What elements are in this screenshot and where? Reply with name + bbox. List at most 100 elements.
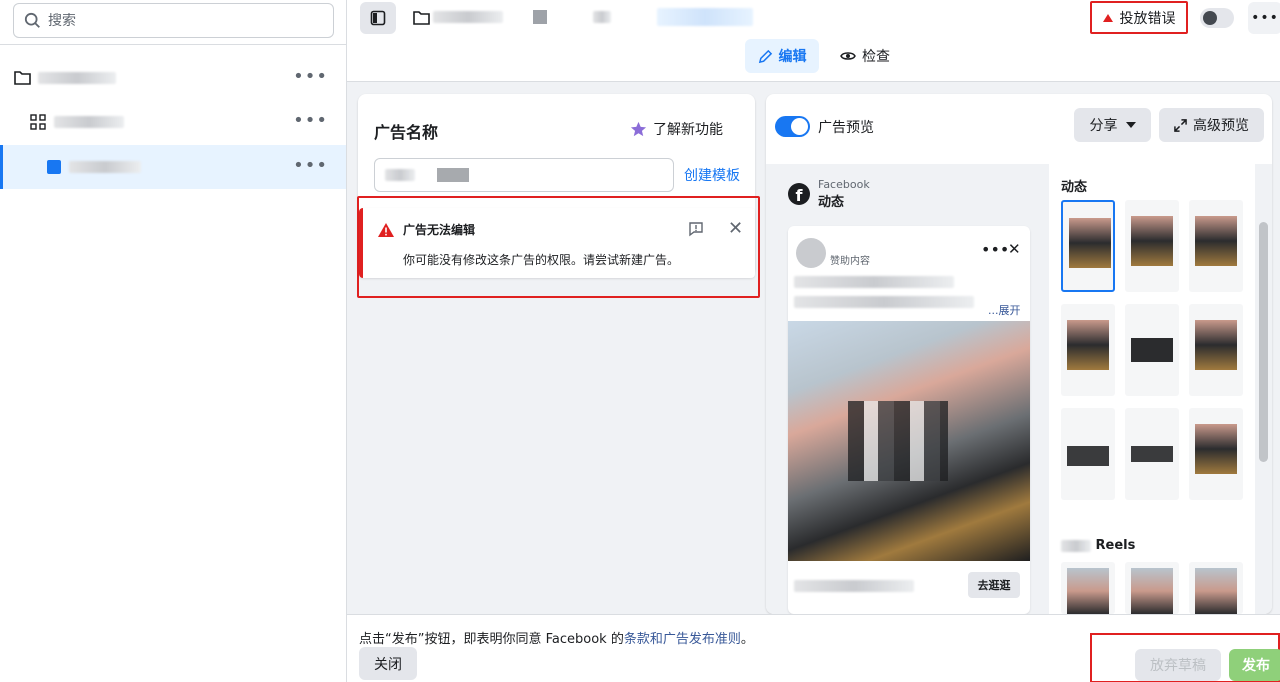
more-options-icon[interactable]: ••• [293,112,328,130]
platform-name: Facebook [818,178,870,191]
thumbnail-image [1195,568,1237,614]
tree-item-ad[interactable]: ••• [0,145,346,189]
thumbnail[interactable] [1125,408,1179,500]
tab-edit[interactable]: 编辑 [745,39,819,73]
adset-name-redacted [54,116,124,128]
more-options-icon[interactable]: ••• [293,68,328,86]
ad-preview-toggle[interactable] [775,116,810,137]
folder-icon [14,71,31,85]
more-menu-button[interactable]: ••• [1248,2,1280,34]
thumbnail-image [1067,568,1109,614]
learn-features-label: 了解新功能 [653,122,723,138]
breadcrumb-redacted [433,11,503,23]
caret-down-icon [1125,122,1136,128]
thumbnail[interactable] [1125,200,1179,292]
thumbnail-image [1195,424,1237,474]
reels-title-suffix: Reels [1095,538,1136,553]
media-pixelated [848,401,948,481]
ad-post-card: 赞助内容 ••• ✕ ...展开 去逛逛 [788,226,1030,614]
delivery-error-label: 投放错误 [1119,10,1176,27]
headline-redacted [794,580,914,592]
ad-name-label: 广告名称 [374,123,439,142]
feedback-icon[interactable] [688,221,704,237]
thumbnail-image [1067,446,1109,466]
breadcrumb-link-redacted[interactable] [657,8,753,26]
ad-name-input[interactable] [374,158,674,192]
ad-icon [47,160,61,174]
top-bar: 投放错误 ••• 编辑 检查 [347,0,1280,82]
advanced-preview-button[interactable]: 高级预览 [1159,108,1264,142]
toggle-knob [791,118,808,135]
post-text-redacted [794,276,954,288]
search-input[interactable] [48,12,328,29]
breadcrumb-redacted [593,11,611,23]
error-message: 你可能没有修改这条广告的权限。请尝试新建广告。 [403,253,680,267]
legal-suffix: 。 [740,632,754,647]
ad-name-value-redacted [385,169,415,181]
post-text-redacted [794,296,974,308]
learn-features-link[interactable]: 了解新功能 [630,119,723,139]
preview-area: f Facebook 动态 赞助内容 ••• ✕ ...展开 去逛逛 动态 Re… [766,164,1272,614]
advanced-preview-label: 高级预览 [1193,118,1249,134]
ad-media-image [788,321,1030,561]
placement-thumbnails: 动态 Reels [1049,164,1255,614]
terms-link[interactable]: 条款和广告发布准则 [624,632,741,647]
ad-name-redacted [69,161,141,173]
facebook-logo-icon: f [788,183,810,205]
expand-icon [1174,118,1187,132]
close-icon[interactable]: ✕ [1008,240,1021,258]
thumbnail[interactable] [1189,304,1243,396]
thumbnail[interactable] [1061,408,1115,500]
thumbnail[interactable] [1189,562,1243,614]
error-title: 广告无法编辑 [403,223,476,237]
page-avatar [796,238,826,268]
thumbnail[interactable] [1189,200,1243,292]
scrollbar-thumb[interactable] [1259,222,1268,462]
post-more-icon[interactable]: ••• [981,240,1009,259]
footer-bar: 点击“发布”按钮，即表明你同意 Facebook 的条款和广告发布准则。 关闭 … [347,614,1280,682]
cta-button[interactable]: 去逛逛 [968,572,1020,598]
error-banner: 广告无法编辑 你可能没有修改这条广告的权限。请尝试新建广告。 ✕ [359,208,755,278]
discard-draft-button[interactable]: 放弃草稿 [1135,649,1221,681]
close-icon[interactable]: ✕ [728,220,743,238]
sidebar-panel-icon [370,10,386,26]
close-button[interactable]: 关闭 [359,647,417,680]
thumbnail[interactable] [1189,408,1243,500]
folder-icon [413,11,430,25]
thumbnail-image [1131,568,1173,614]
search-box[interactable] [13,3,334,38]
thumbnail[interactable] [1125,304,1179,396]
toggle-knob [1203,11,1217,25]
search-icon [24,12,40,28]
editor-panel: 广告名称 了解新功能 创建模板 广告无法编辑 你可能没有修改这条广告的权限。请尝… [347,82,765,614]
thumbnail[interactable] [1061,562,1115,614]
more-options-icon: ••• [1251,10,1279,26]
thumbnail[interactable] [1061,304,1115,396]
share-button[interactable]: 分享 [1074,108,1151,142]
tree-item-campaign[interactable]: ••• [0,56,346,100]
thumbnail[interactable] [1125,562,1179,614]
thumbnail-image [1195,216,1237,266]
status-toggle[interactable] [1200,8,1234,28]
tree-item-adset[interactable]: ••• [0,100,346,144]
pencil-icon [758,49,772,63]
create-template-link[interactable]: 创建模板 [684,165,740,185]
preview-scrollbar[interactable] [1255,164,1272,614]
ad-preview-panel: 广告预览 分享 高级预览 f Facebook 动态 赞助内容 ••• ✕ ..… [766,94,1272,614]
share-label: 分享 [1089,118,1118,134]
tab-edit-label: 编辑 [778,49,807,65]
ad-name-value-redacted [437,168,469,182]
placement-header: f Facebook 动态 [788,178,870,210]
toggle-sidebar-button[interactable] [360,2,396,34]
thumbnail-feed-selected[interactable] [1061,200,1115,292]
tab-review[interactable]: 检查 [835,39,895,73]
delivery-error-button[interactable]: 投放错误 [1090,1,1188,34]
feed-preview-column: f Facebook 动态 赞助内容 ••• ✕ ...展开 去逛逛 [766,164,1049,614]
star-icon [630,121,647,137]
thumbnail-image [1131,216,1173,266]
more-options-icon[interactable]: ••• [293,157,328,175]
publish-button[interactable]: 发布 [1229,649,1280,681]
sidebar: ••• ••• ••• [0,0,347,682]
section-feed-title: 动态 [1061,180,1088,195]
see-more-link[interactable]: ...展开 [988,302,1021,318]
